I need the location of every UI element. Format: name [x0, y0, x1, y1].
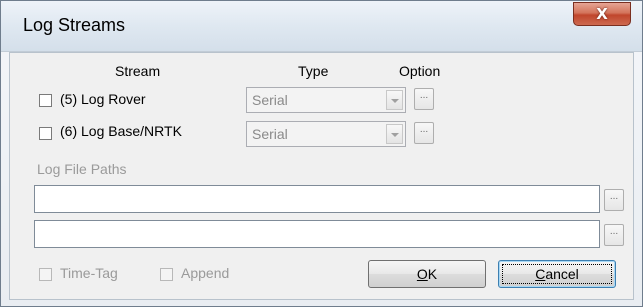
- append-label: Append: [181, 265, 230, 281]
- time-tag-label: Time-Tag: [60, 265, 118, 281]
- cancel-button[interactable]: Cancel: [498, 260, 616, 288]
- time-tag-checkbox[interactable]: [39, 268, 52, 281]
- log-file-path-1-browse-button[interactable]: ...: [604, 189, 624, 211]
- ok-mnemonic: O: [416, 266, 428, 282]
- window-title: Log Streams: [23, 15, 126, 35]
- ellipsis-icon: ...: [609, 226, 619, 237]
- log-rover-option-button[interactable]: ...: [414, 88, 434, 110]
- log-rover-type-select[interactable]: Serial: [246, 87, 406, 113]
- append-checkbox[interactable]: [160, 268, 173, 281]
- close-icon: X: [596, 5, 608, 23]
- ok-button[interactable]: OK: [368, 260, 486, 288]
- title-bar[interactable]: Log Streams X: [1, 1, 642, 52]
- option-column-header: Option: [399, 63, 441, 79]
- log-file-path-1-input[interactable]: [34, 185, 600, 213]
- log-file-paths-label: Log File Paths: [37, 161, 127, 177]
- log-base-nrtk-label: (6) Log Base/NRTK: [60, 123, 182, 139]
- focus-rectangle: [502, 264, 612, 284]
- stream-column-header: Stream: [115, 63, 161, 79]
- log-base-nrtk-type-value: Serial: [252, 126, 288, 142]
- log-base-nrtk-checkbox[interactable]: [39, 127, 52, 140]
- log-file-path-2-browse-button[interactable]: ...: [604, 224, 624, 246]
- type-column-header: Type: [298, 63, 329, 79]
- log-rover-type-value: Serial: [252, 92, 288, 108]
- ok-label-rest: K: [427, 266, 438, 282]
- ellipsis-icon: ...: [419, 124, 429, 135]
- chevron-down-icon[interactable]: [386, 124, 403, 144]
- log-rover-checkbox[interactable]: [39, 94, 52, 107]
- log-file-path-2-input[interactable]: [34, 220, 600, 248]
- log-rover-label: (5) Log Rover: [60, 91, 146, 107]
- close-button[interactable]: X: [573, 2, 631, 26]
- ellipsis-icon: ...: [419, 90, 429, 101]
- ellipsis-icon: ...: [609, 191, 619, 202]
- chevron-down-icon[interactable]: [386, 90, 403, 110]
- log-streams-dialog: Log Streams X Stream Type Option (5) Log…: [0, 0, 643, 307]
- log-base-nrtk-type-select[interactable]: Serial: [246, 121, 406, 147]
- log-base-nrtk-option-button[interactable]: ...: [414, 122, 434, 144]
